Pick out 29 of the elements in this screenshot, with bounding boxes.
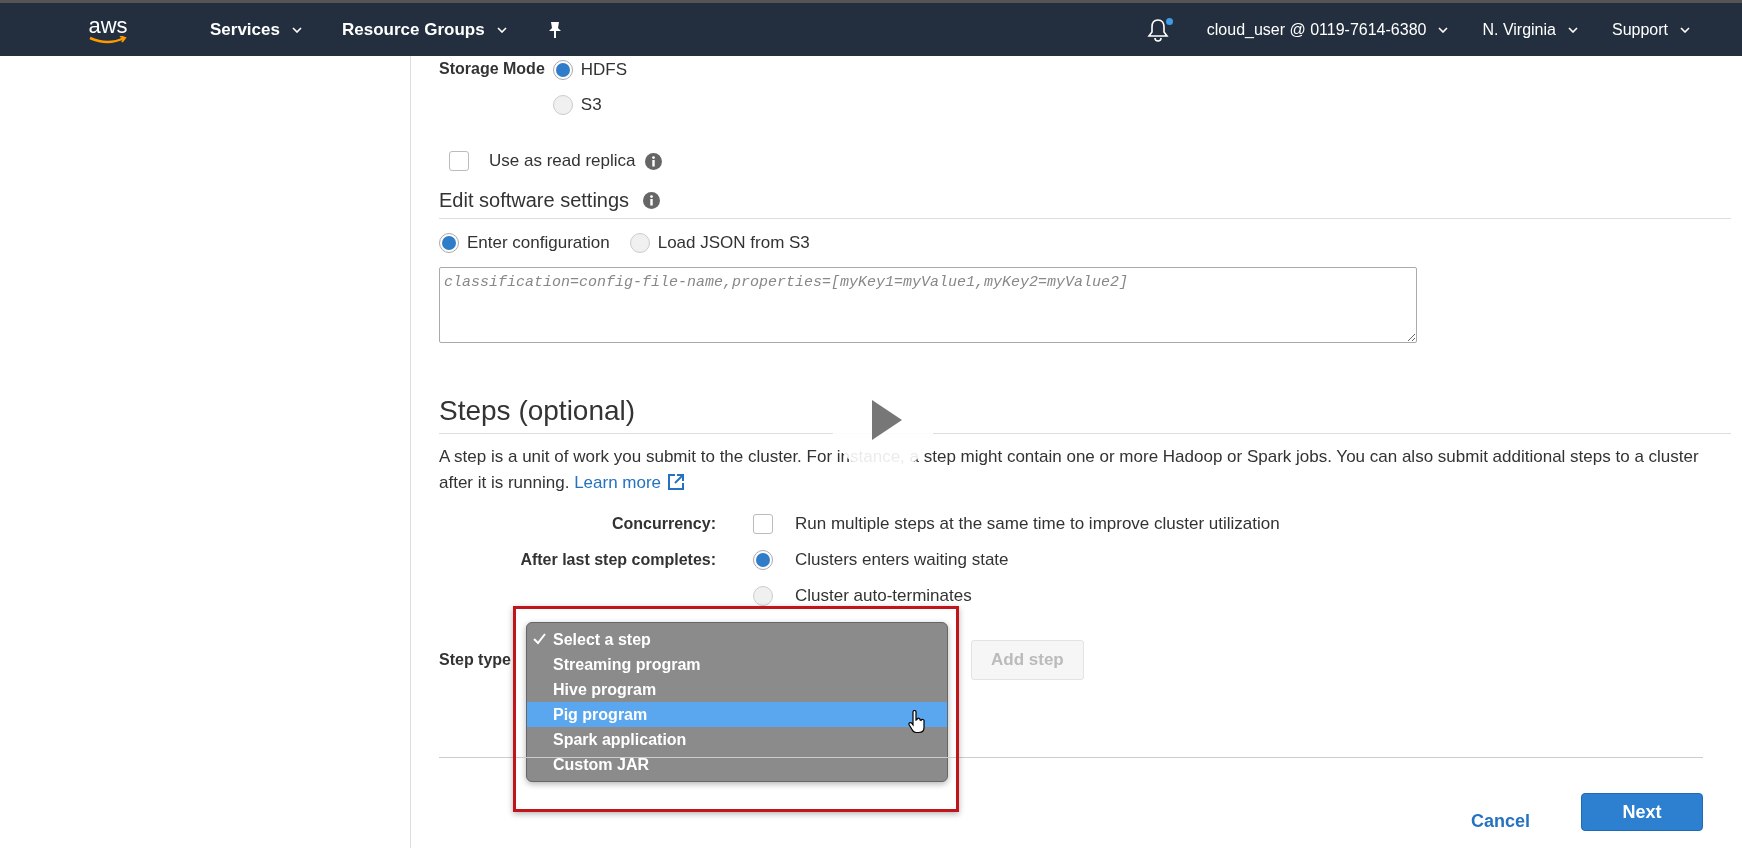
- checkbox-label: Run multiple steps at the same time to improve cluster utilization: [795, 514, 1280, 534]
- field-label: Storage Mode: [439, 60, 545, 79]
- support-menu[interactable]: Support: [1611, 20, 1690, 39]
- option-label: S3: [580, 95, 602, 115]
- learn-more-link[interactable]: Learn more: [574, 473, 686, 492]
- nav-menu[interactable]: Resource Groups: [341, 19, 507, 40]
- menu-item[interactable]: Hive program: [527, 677, 947, 702]
- menu-item[interactable]: Custom JAR: [527, 752, 947, 777]
- option-label: Enter configuration: [467, 233, 610, 253]
- option-label: Clusters enters waiting state: [795, 550, 1009, 570]
- account-menu[interactable]: cloud_user @ 0119-7614-6380: [1206, 20, 1449, 39]
- option-label: Load JSON from S3: [657, 233, 810, 253]
- region-menu[interactable]: N. Virginia: [1482, 20, 1578, 39]
- section-title: Edit software settings: [439, 189, 630, 212]
- option-label: Cluster auto-terminates: [795, 586, 972, 606]
- cancel-button[interactable]: Cancel: [1471, 811, 1531, 832]
- field-label: After last step completes:: [519, 551, 716, 569]
- menu-item[interactable]: Select a step: [527, 627, 947, 652]
- next-button[interactable]: Next: [1581, 793, 1703, 831]
- configuration-field[interactable]: classification=config-file-name,properties=[myKey1=myValue1,myKey2=myValue2]: [439, 267, 1417, 343]
- section-title: Steps (optional): [439, 395, 636, 426]
- option-label: HDFS: [580, 60, 628, 80]
- field-label: Step type: [439, 651, 512, 669]
- menu-item[interactable]: Streaming program: [527, 652, 947, 677]
- aws-logo[interactable]: aws: [78, 15, 138, 44]
- nav-menu[interactable]: Services: [210, 19, 302, 40]
- menu-item[interactable]: Spark application: [527, 727, 947, 752]
- checkbox-label: Use as read replica: [489, 151, 636, 171]
- field-label: Concurrency:: [610, 515, 716, 533]
